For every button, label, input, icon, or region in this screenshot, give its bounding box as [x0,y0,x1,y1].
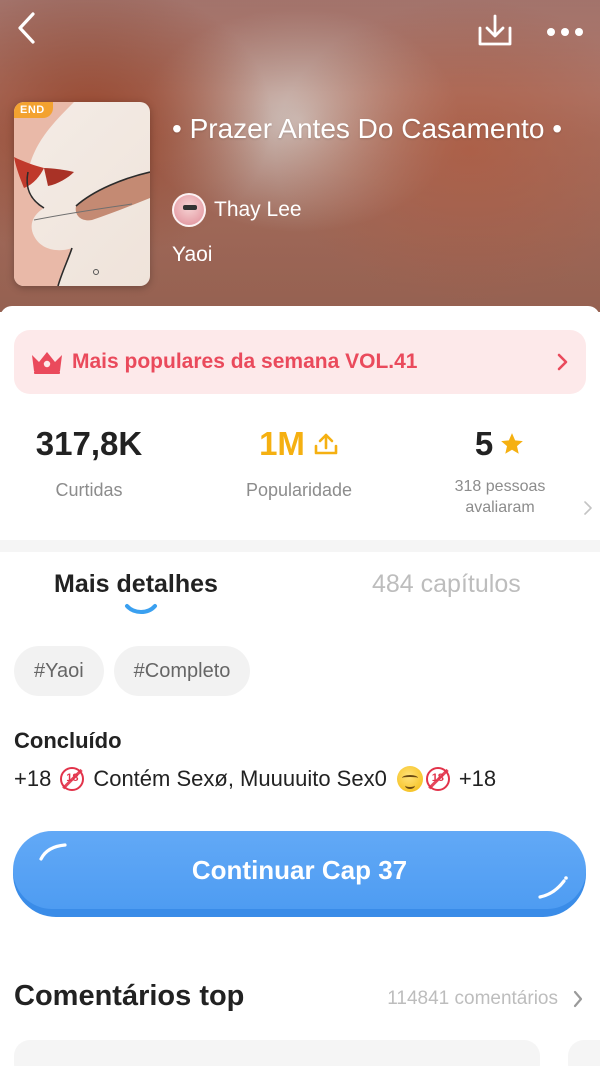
popularity-value: 1M [259,425,305,462]
likes-label: Curtidas [55,480,123,500]
author-name[interactable]: Thay Lee [214,198,302,222]
more-options-button[interactable] [540,14,590,50]
continue-reading-label: Continuar Cap 37 [191,854,408,885]
tag-chip[interactable]: #Yaoi [14,646,104,696]
rating-value-row: 5 [430,424,570,464]
ranking-label: Mais populares da semana VOL.41 [72,350,418,373]
description: +18 18 Contém Sexø, Muuuuito Sex0 18 +18 [14,766,496,792]
tab-bar: Mais detalhes 484 capítulos [0,556,600,620]
continue-reading-face: Continuar Cap 37 [13,831,586,909]
download-icon [478,14,512,46]
more-dots-icon [547,28,583,36]
likes-value: 317,8K [35,425,143,462]
back-button[interactable] [8,10,44,46]
stat-rating[interactable]: 5 318 pessoas avaliaram [430,424,570,518]
upload-icon [314,433,338,455]
description-text: Contém Sexø, Muuuuito Sex0 [93,766,387,791]
description-text: +18 [14,766,52,791]
rating-label: 318 pessoas avaliaram [430,476,570,518]
gloss-icon [538,876,568,899]
author-avatar[interactable] [172,193,206,227]
cover-art [14,102,150,286]
download-button[interactable] [474,10,516,52]
end-badge: END [14,102,53,118]
ranking-banner[interactable]: Mais populares da semana VOL.41 [14,330,586,394]
comic-title: • Prazer Antes Do Casamento • [172,113,563,144]
stat-popularity: 1M Popularidade [224,424,374,501]
tab-details[interactable]: Mais detalhes [54,570,218,599]
header-banner: END • Prazer Antes Do Casamento • Thay L… [0,0,600,312]
stats-row: 317,8K Curtidas 1M Popularidade 5 318 pe… [0,424,600,532]
rating-value: 5 [474,425,494,462]
status-label: Concluído [14,728,122,753]
genre-label: Yaoi [172,243,213,266]
gloss-icon [39,843,67,861]
relieved-face-icon [396,766,423,792]
author-row[interactable]: Thay Lee [172,192,302,228]
comment-card[interactable] [14,1040,540,1066]
tag-chip[interactable]: #Completo [113,646,251,696]
comment-card[interactable] [568,1040,600,1066]
chevron-right-icon [557,353,568,371]
adult-18-icon: 18 [425,767,450,791]
adult-18-icon: 18 [60,767,85,791]
cover-image[interactable]: END [14,102,150,286]
chevron-right-icon[interactable] [572,989,584,1009]
comments-count[interactable]: 114841 comentários [387,988,558,1010]
description-text: +18 [458,766,497,791]
popularity-value-row: 1M [224,424,374,464]
rating-label-line1: 318 pessoas [454,478,546,495]
popularity-label: Popularidade [245,480,353,500]
section-divider [0,540,600,552]
comments-header: Comentários top 114841 comentários [14,978,586,1018]
crown-icon [32,352,62,374]
star-icon [501,433,524,454]
chevron-left-icon [18,12,35,44]
continue-reading-button[interactable]: Continuar Cap 37 [13,831,586,917]
tag-list: #Yaoi #Completo [14,646,251,696]
stat-likes: 317,8K Curtidas [14,424,164,501]
tab-indicator [125,604,157,614]
comments-title: Comentários top [14,980,245,1012]
chevron-right-icon[interactable] [583,500,593,516]
tab-chapters[interactable]: 484 capítulos [372,570,521,599]
rating-label-line2: avaliaram [465,499,535,516]
